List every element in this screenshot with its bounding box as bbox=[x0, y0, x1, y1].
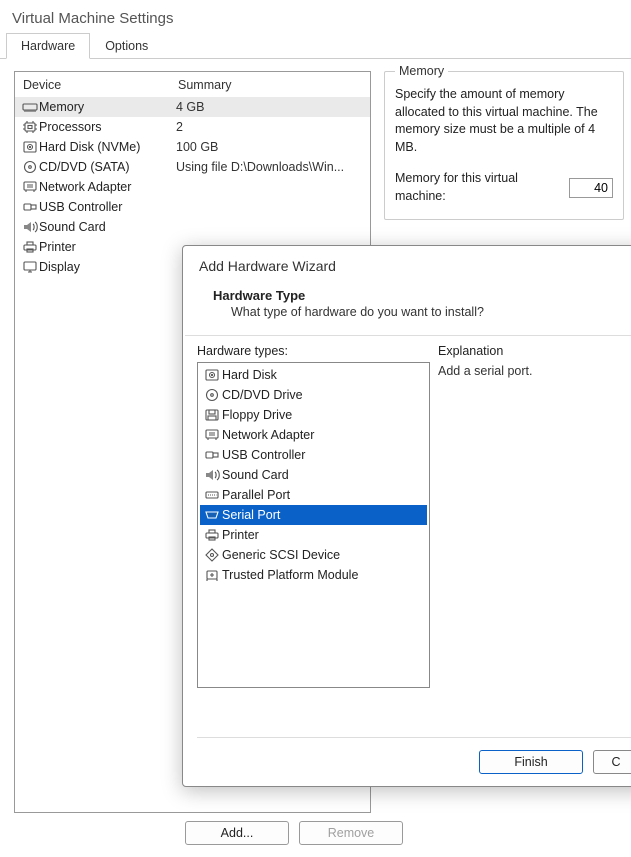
hardware-types-list[interactable]: Hard Disk CD/DVD Drive Floppy Drive Network… bbox=[197, 362, 430, 688]
window-title: Virtual Machine Settings bbox=[0, 0, 631, 33]
hw-type-parallel-port[interactable]: Parallel Port bbox=[200, 485, 427, 505]
device-name: Processors bbox=[39, 120, 176, 134]
memory-field-label: Memory for this virtual machine: bbox=[395, 170, 569, 205]
remove-button: Remove bbox=[299, 821, 403, 845]
disk-icon bbox=[202, 366, 222, 384]
disk-icon bbox=[21, 139, 39, 155]
device-row-network-adapter[interactable]: Network Adapter bbox=[15, 177, 370, 197]
device-name: Printer bbox=[39, 240, 176, 254]
device-summary: 4 GB bbox=[176, 100, 364, 114]
device-name: Network Adapter bbox=[39, 180, 176, 194]
cancel-button[interactable]: C bbox=[593, 750, 631, 774]
cd-icon bbox=[21, 159, 39, 175]
device-col-header: Device bbox=[23, 78, 178, 92]
vm-settings-window: Virtual Machine Settings Hardware Option… bbox=[0, 0, 631, 857]
memory-group-label: Memory bbox=[395, 64, 448, 78]
hw-type-network-adapter[interactable]: Network Adapter bbox=[200, 425, 427, 445]
hw-type-usb-controller[interactable]: USB Controller bbox=[200, 445, 427, 465]
device-name: CD/DVD (SATA) bbox=[39, 160, 176, 174]
hw-type-label: Network Adapter bbox=[222, 428, 314, 442]
hw-type-hard-disk[interactable]: Hard Disk bbox=[200, 365, 427, 385]
sound-icon bbox=[202, 466, 222, 484]
device-summary: Using file D:\Downloads\Win... bbox=[176, 160, 364, 174]
cd-icon bbox=[202, 386, 222, 404]
hw-type-printer[interactable]: Printer bbox=[200, 525, 427, 545]
hw-type-generic-scsi-device[interactable]: Generic SCSI Device bbox=[200, 545, 427, 565]
serial-icon bbox=[202, 506, 222, 524]
hw-type-label: CD/DVD Drive bbox=[222, 388, 303, 402]
cpu-icon bbox=[21, 119, 39, 135]
wizard-footer: Finish C bbox=[197, 737, 631, 774]
hw-type-label: Trusted Platform Module bbox=[222, 568, 358, 582]
device-row-hard-disk-nvme-[interactable]: Hard Disk (NVMe)100 GB bbox=[15, 137, 370, 157]
hw-type-label: Generic SCSI Device bbox=[222, 548, 340, 562]
sound-icon bbox=[21, 219, 39, 235]
device-row-memory[interactable]: Memory4 GB bbox=[15, 97, 370, 117]
display-icon bbox=[21, 259, 39, 275]
device-name: Sound Card bbox=[39, 220, 176, 234]
device-summary: 2 bbox=[176, 120, 364, 134]
device-buttons: Add... Remove bbox=[185, 821, 403, 845]
hw-type-floppy-drive[interactable]: Floppy Drive bbox=[200, 405, 427, 425]
hw-type-label: Hard Disk bbox=[222, 368, 277, 382]
tab-options[interactable]: Options bbox=[90, 33, 163, 58]
hw-type-sound-card[interactable]: Sound Card bbox=[200, 465, 427, 485]
device-name: Hard Disk (NVMe) bbox=[39, 140, 176, 154]
memory-desc: Specify the amount of memory allocated t… bbox=[395, 86, 613, 156]
net-icon bbox=[202, 426, 222, 444]
tab-hardware[interactable]: Hardware bbox=[6, 33, 90, 59]
explanation-text: Add a serial port. bbox=[438, 364, 631, 378]
usb-icon bbox=[21, 199, 39, 215]
hw-type-trusted-platform-module[interactable]: Trusted Platform Module bbox=[200, 565, 427, 585]
device-name: Memory bbox=[39, 100, 176, 114]
device-name: USB Controller bbox=[39, 200, 176, 214]
hw-type-label: Printer bbox=[222, 528, 259, 542]
finish-button[interactable]: Finish bbox=[479, 750, 583, 774]
hw-type-label: USB Controller bbox=[222, 448, 305, 462]
hw-type-serial-port[interactable]: Serial Port bbox=[200, 505, 427, 525]
floppy-icon bbox=[202, 406, 222, 424]
device-row-sound-card[interactable]: Sound Card bbox=[15, 217, 370, 237]
hw-type-cd-dvd-drive[interactable]: CD/DVD Drive bbox=[200, 385, 427, 405]
hw-type-label: Sound Card bbox=[222, 468, 289, 482]
explanation-label: Explanation bbox=[438, 344, 631, 358]
summary-col-header: Summary bbox=[178, 78, 231, 92]
device-row-processors[interactable]: Processors2 bbox=[15, 117, 370, 137]
add-hardware-wizard: Add Hardware Wizard Hardware Type What t… bbox=[182, 245, 631, 787]
main-tabs: Hardware Options bbox=[0, 33, 631, 59]
printer-icon bbox=[202, 526, 222, 544]
wizard-question: What type of hardware do you want to ins… bbox=[213, 303, 631, 319]
device-row-cd-dvd-sata-[interactable]: CD/DVD (SATA)Using file D:\Downloads\Win… bbox=[15, 157, 370, 177]
hw-type-label: Serial Port bbox=[222, 508, 280, 522]
memory-input[interactable] bbox=[569, 178, 613, 198]
memory-icon bbox=[21, 99, 39, 115]
wizard-heading: Hardware Type bbox=[213, 288, 631, 303]
hardware-types-label: Hardware types: bbox=[197, 344, 430, 358]
device-list-header: Device Summary bbox=[15, 72, 370, 97]
net-icon bbox=[21, 179, 39, 195]
hw-type-label: Floppy Drive bbox=[222, 408, 292, 422]
parallel-icon bbox=[202, 486, 222, 504]
add-button[interactable]: Add... bbox=[185, 821, 289, 845]
device-row-usb-controller[interactable]: USB Controller bbox=[15, 197, 370, 217]
usb-icon bbox=[202, 446, 222, 464]
device-name: Display bbox=[39, 260, 176, 274]
device-summary: 100 GB bbox=[176, 140, 364, 154]
wizard-title: Add Hardware Wizard bbox=[183, 246, 631, 274]
tpm-icon bbox=[202, 566, 222, 584]
memory-group: Memory Specify the amount of memory allo… bbox=[384, 71, 624, 220]
settings-body: Device Summary Memory4 GBProcessors2Hard… bbox=[0, 59, 631, 83]
scsi-icon bbox=[202, 546, 222, 564]
hw-type-label: Parallel Port bbox=[222, 488, 290, 502]
printer-icon bbox=[21, 239, 39, 255]
